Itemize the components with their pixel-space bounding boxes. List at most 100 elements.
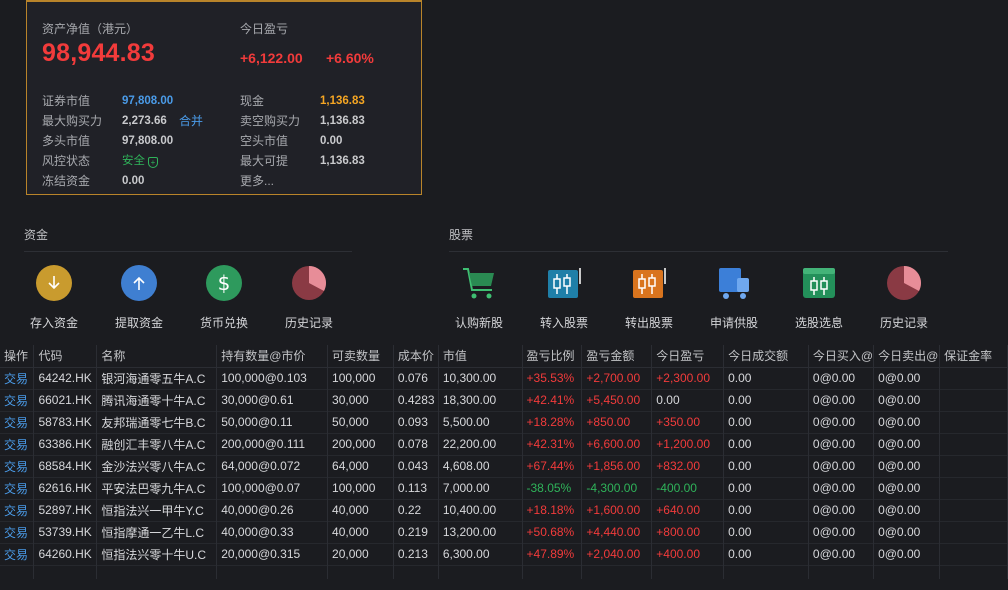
header-pnl-ratio[interactable]: 盈亏比例 bbox=[522, 345, 583, 367]
header-code[interactable]: 代码 bbox=[33, 345, 98, 367]
cell-today-turnover: 0.00 bbox=[723, 411, 809, 433]
table-row[interactable]: 交易 68584.HK 金沙法兴零八牛A.C 64,000@0.072 64,000 0.… bbox=[0, 455, 1008, 477]
long-value-label: 多头市值 bbox=[42, 134, 91, 148]
cell-margin-ratio bbox=[939, 367, 1008, 389]
positions-table: 操作 代码 名称 持有数量@市价 可卖数量 成本价 市值 盈亏比例 盈亏金额 今… bbox=[0, 345, 1008, 579]
cell-cost-price: 0.076 bbox=[393, 367, 439, 389]
cell-today-sold: 0@0.00 bbox=[873, 367, 941, 389]
withdraw-funds-button[interactable]: 提取资金 bbox=[99, 264, 179, 331]
short-value-label: 空头市值 bbox=[240, 134, 289, 148]
cell-code: 58783.HK bbox=[33, 411, 98, 433]
transfer-in-stock-button[interactable]: 转入股票 bbox=[524, 264, 604, 331]
cell-today-sold: 0@0.00 bbox=[873, 389, 941, 411]
cell-name: 腾讯海通零十牛A.C bbox=[96, 389, 218, 411]
cell-code: 63386.HK bbox=[33, 433, 98, 455]
risk-status-value: 安全 + bbox=[122, 151, 158, 171]
trade-link[interactable]: 交易 bbox=[0, 543, 35, 565]
cell-today-bought: 0@0.00 bbox=[808, 433, 875, 455]
cell-today-turnover: 0.00 bbox=[723, 389, 809, 411]
empty-cell bbox=[393, 565, 439, 579]
transfer-out-stock-button[interactable]: 转出股票 bbox=[609, 264, 689, 331]
cell-name: 友邦瑞通零七牛B.C bbox=[96, 411, 218, 433]
header-name[interactable]: 名称 bbox=[96, 345, 218, 367]
header-sellable-qty[interactable]: 可卖数量 bbox=[327, 345, 394, 367]
header-today-turnover[interactable]: 今日成交额 bbox=[723, 345, 809, 367]
cell-pnl-amount: +2,700.00 bbox=[581, 367, 653, 389]
trade-link[interactable]: 交易 bbox=[0, 455, 35, 477]
cell-pnl-ratio: +35.53% bbox=[522, 367, 583, 389]
cell-quantity-price: 64,000@0.072 bbox=[216, 455, 329, 477]
funds-history-button[interactable]: 历史记录 bbox=[269, 264, 349, 331]
cell-pnl-ratio: +18.28% bbox=[522, 411, 583, 433]
header-action[interactable]: 操作 bbox=[0, 345, 35, 367]
more-link[interactable]: 更多... bbox=[240, 171, 274, 191]
table-row[interactable]: 交易 58783.HK 友邦瑞通零七牛B.C 50,000@0.11 50,000 0.0… bbox=[0, 411, 1008, 433]
table-row[interactable]: 交易 64242.HK 银河海通零五牛A.C 100,000@0.103 100,000… bbox=[0, 367, 1008, 389]
cell-pnl-ratio: +50.68% bbox=[522, 521, 583, 543]
table-row[interactable]: 交易 62616.HK 平安法巴零九牛A.C 100,000@0.07 100,000 0… bbox=[0, 477, 1008, 499]
header-today-sold[interactable]: 今日卖出@ bbox=[873, 345, 941, 367]
cell-pnl-ratio: +42.31% bbox=[522, 433, 583, 455]
table-row[interactable]: 交易 64260.HK 恒指法兴零十牛U.C 20,000@0.315 20,000 0.… bbox=[0, 543, 1008, 565]
trade-link[interactable]: 交易 bbox=[0, 477, 35, 499]
empty-cell bbox=[0, 565, 35, 579]
stocks-history-button[interactable]: 历史记录 bbox=[864, 264, 944, 331]
max-withdrawable-value: 1,136.83 bbox=[320, 155, 365, 167]
cell-code: 68584.HK bbox=[33, 455, 98, 477]
max-withdrawable-label: 最大可提 bbox=[240, 154, 289, 168]
header-margin-ratio[interactable]: 保证金率 bbox=[939, 345, 1008, 367]
short-buying-power-value: 1,136.83 bbox=[320, 115, 365, 127]
trade-link[interactable]: 交易 bbox=[0, 433, 35, 455]
currency-exchange-button[interactable]: $ 货币兑换 bbox=[184, 264, 264, 331]
risk-status-label: 风控状态 bbox=[42, 154, 91, 168]
header-today-bought[interactable]: 今日买入@ bbox=[808, 345, 875, 367]
cell-cost-price: 0.22 bbox=[393, 499, 439, 521]
cell-cost-price: 0.093 bbox=[393, 411, 439, 433]
cell-today-bought: 0@0.00 bbox=[808, 389, 875, 411]
cell-margin-ratio bbox=[939, 455, 1008, 477]
cell-margin-ratio bbox=[939, 389, 1008, 411]
stock-dividend-election-label: 选股选息 bbox=[794, 316, 843, 330]
cell-today-sold: 0@0.00 bbox=[873, 521, 941, 543]
securities-value: 97,808.00 bbox=[122, 95, 174, 107]
trade-link[interactable]: 交易 bbox=[0, 389, 35, 411]
header-today-pnl[interactable]: 今日盈亏 bbox=[651, 345, 725, 367]
currency-exchange-label: 货币兑换 bbox=[199, 316, 248, 330]
cell-name: 金沙法兴零八牛A.C bbox=[96, 455, 218, 477]
transfer-in-candlestick-icon bbox=[545, 264, 583, 302]
header-quantity-price[interactable]: 持有数量@市价 bbox=[216, 345, 329, 367]
empty-cell bbox=[939, 565, 1008, 579]
rights-issue-button[interactable]: 申请供股 bbox=[694, 264, 774, 331]
table-row[interactable]: 交易 52897.HK 恒指法兴一甲牛Y.C 40,000@0.26 40,000 0.2… bbox=[0, 499, 1008, 521]
cell-name: 恒指法兴零十牛U.C bbox=[96, 543, 218, 565]
header-cost-price[interactable]: 成本价 bbox=[393, 345, 439, 367]
header-market-value[interactable]: 市值 bbox=[438, 345, 523, 367]
trade-link[interactable]: 交易 bbox=[0, 521, 35, 543]
combine-link[interactable]: 合并 bbox=[179, 111, 203, 131]
table-row[interactable]: 交易 63386.HK 融创汇丰零八牛A.C 200,000@0.111 200,000… bbox=[0, 433, 1008, 455]
table-row[interactable]: 交易 53739.HK 恒指摩通一乙牛L.C 40,000@0.33 40,000 0.2… bbox=[0, 521, 1008, 543]
cell-today-bought: 0@0.00 bbox=[808, 367, 875, 389]
cell-pnl-amount: +6,600.00 bbox=[581, 433, 653, 455]
cell-cost-price: 0.078 bbox=[393, 433, 439, 455]
table-row[interactable]: 交易 66021.HK 腾讯海通零十牛A.C 30,000@0.61 30,000 0.4… bbox=[0, 389, 1008, 411]
deposit-funds-button[interactable]: 存入资金 bbox=[14, 264, 94, 331]
stocks-history-label: 历史记录 bbox=[879, 316, 928, 330]
stock-dividend-election-button[interactable]: 选股选息 bbox=[779, 264, 859, 331]
empty-cell bbox=[651, 565, 725, 579]
cell-market-value: 7,000.00 bbox=[438, 477, 523, 499]
shopping-cart-icon bbox=[460, 264, 498, 302]
cell-sellable-qty: 100,000 bbox=[327, 477, 394, 499]
cell-today-pnl: 0.00 bbox=[651, 389, 725, 411]
cell-market-value: 5,500.00 bbox=[438, 411, 523, 433]
trade-link[interactable]: 交易 bbox=[0, 367, 35, 389]
transfer-out-candlestick-icon bbox=[630, 264, 668, 302]
cell-code: 52897.HK bbox=[33, 499, 98, 521]
cell-pnl-amount: +2,040.00 bbox=[581, 543, 653, 565]
subscribe-ipo-button[interactable]: 认购新股 bbox=[439, 264, 519, 331]
header-pnl-amount[interactable]: 盈亏金额 bbox=[581, 345, 653, 367]
trade-link[interactable]: 交易 bbox=[0, 411, 35, 433]
cell-margin-ratio bbox=[939, 477, 1008, 499]
cell-market-value: 6,300.00 bbox=[438, 543, 523, 565]
trade-link[interactable]: 交易 bbox=[0, 499, 35, 521]
